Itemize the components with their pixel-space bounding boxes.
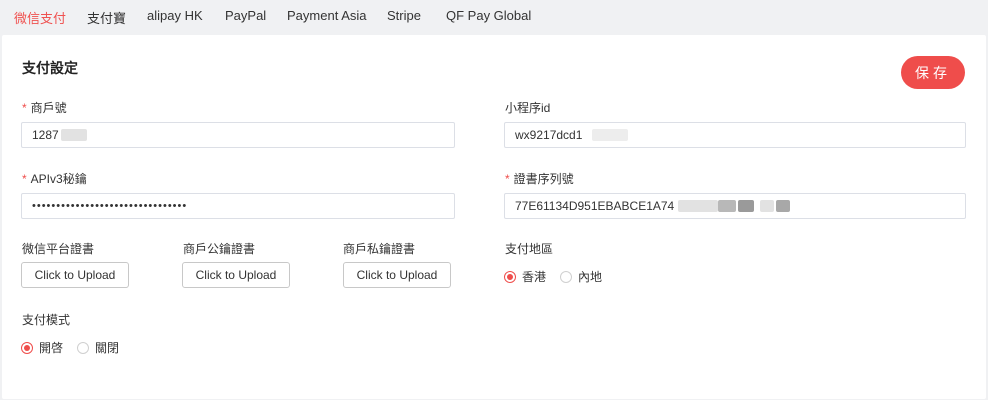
apiv3-key-field[interactable]: •••••••••••••••••••••••••••••••• <box>21 193 455 219</box>
payment-mode-radio-group: 開啓 關閉 <box>21 339 133 356</box>
mode-disabled-radio[interactable]: 關閉 <box>77 339 119 356</box>
tab-qf-pay-global[interactable]: QF Pay Global <box>446 8 531 23</box>
payment-region-label: 支付地區 <box>505 242 554 256</box>
save-button[interactable]: 保存 <box>901 56 965 89</box>
region-hong-kong-label: 香港 <box>522 270 547 284</box>
merchant-private-cert-label: 商戶私鑰證書 <box>343 242 416 256</box>
tab-stripe[interactable]: Stripe <box>387 8 421 23</box>
region-mainland-radio[interactable]: 內地 <box>560 268 602 285</box>
wechat-platform-cert-label: 微信平台證書 <box>22 242 95 256</box>
apiv3-key-value: •••••••••••••••••••••••••••••••• <box>32 200 188 212</box>
upload-merchant-private-cert-button[interactable]: Click to Upload <box>343 262 451 288</box>
apiv3-key-label-text: APIv3秘鑰 <box>30 172 87 186</box>
payment-mode-label: 支付模式 <box>22 313 71 327</box>
section-title: 支付設定 <box>22 60 78 76</box>
tab-alipay-hk[interactable]: alipay HK <box>147 8 203 23</box>
mode-enabled-label: 開啓 <box>39 341 64 355</box>
upload-merchant-public-cert-button[interactable]: Click to Upload <box>182 262 290 288</box>
tab-alipay[interactable]: 支付寶 <box>87 8 126 27</box>
mode-enabled-radio[interactable]: 開啓 <box>21 339 63 356</box>
redacted-blur <box>678 200 719 212</box>
redacted-blur <box>738 200 755 212</box>
payment-region-radio-group: 香港 內地 <box>504 268 616 285</box>
redacted-blur <box>60 129 87 141</box>
merchant-public-cert-label: 商戶公鑰證書 <box>183 242 256 256</box>
tab-paypal[interactable]: PayPal <box>225 8 266 23</box>
mini-program-id-value: wx9217dcd1 <box>515 128 583 142</box>
cert-serial-label-text: 證書序列號 <box>513 172 574 186</box>
region-hong-kong-radio[interactable]: 香港 <box>504 268 546 285</box>
payment-tabs: 微信支付 支付寶 alipay HK PayPal Payment Asia S… <box>0 0 988 34</box>
cert-serial-value: 77E61134D951EBABCE1A74 <box>515 199 675 213</box>
redacted-blur <box>760 200 775 212</box>
redacted-blur <box>592 129 629 141</box>
cert-serial-label: * 證書序列號 <box>505 170 574 187</box>
radio-circle <box>77 341 90 354</box>
tab-payment-asia[interactable]: Payment Asia <box>287 8 367 23</box>
payment-settings-card: 支付設定 保存 * 商戶號 1287 小程序id wx9217dcd1 * APIv… <box>2 35 986 399</box>
cert-serial-field[interactable]: 77E61134D951EBABCE1A74 <box>504 193 966 219</box>
apiv3-key-label: * APIv3秘鑰 <box>22 170 87 187</box>
redacted-blur <box>776 200 791 212</box>
mini-program-id-label: 小程序id <box>505 101 551 115</box>
region-mainland-label: 內地 <box>578 270 603 284</box>
merchant-no-value: 1287 <box>32 128 59 142</box>
required-mark: * <box>22 172 27 186</box>
upload-wechat-platform-cert-button[interactable]: Click to Upload <box>21 262 129 288</box>
tab-wechat-pay[interactable]: 微信支付 <box>14 8 66 27</box>
merchant-no-label: * 商戶號 <box>22 99 67 116</box>
merchant-no-field[interactable]: 1287 <box>21 122 455 148</box>
required-mark: * <box>22 101 27 115</box>
radio-circle <box>504 270 516 283</box>
merchant-no-label-text: 商戶號 <box>30 101 67 115</box>
mode-disabled-label: 關閉 <box>95 341 120 355</box>
radio-circle <box>21 341 33 354</box>
mini-program-id-field[interactable]: wx9217dcd1 <box>504 122 966 148</box>
redacted-blur <box>718 200 737 212</box>
radio-circle <box>560 270 573 283</box>
required-mark: * <box>505 172 510 186</box>
